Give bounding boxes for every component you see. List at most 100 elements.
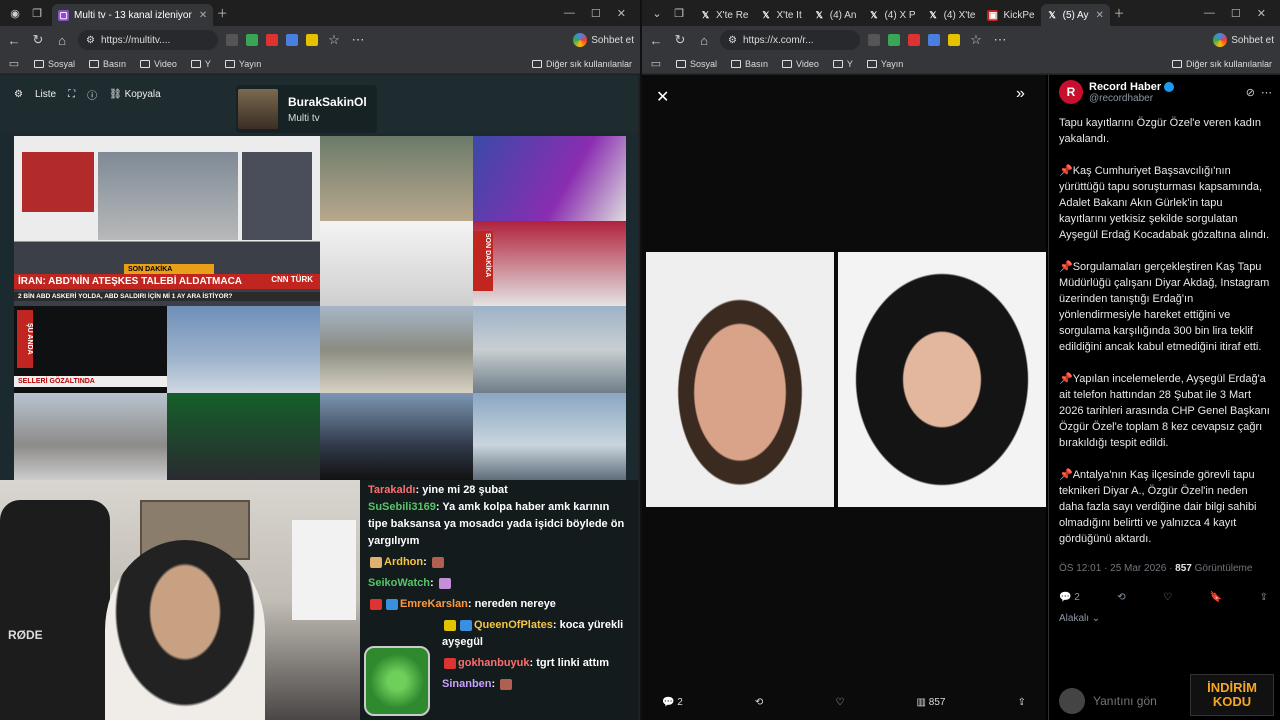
chat-nick[interactable]: Sinanben <box>442 678 492 690</box>
share-icon[interactable]: ⇪ <box>1018 697 1026 708</box>
close-tab-icon[interactable]: ✕ <box>1096 10 1104 21</box>
bookmark-folder[interactable]: Yayın <box>224 59 261 69</box>
tile-aerial[interactable] <box>320 136 473 221</box>
tile-panel[interactable] <box>167 393 320 480</box>
grok-icon[interactable]: ⊘ <box>1246 86 1255 99</box>
kopyala-button[interactable]: ⛓ Kopyala <box>109 89 161 100</box>
chat-nick[interactable]: Ardhon <box>384 556 423 568</box>
tile-cnnturk[interactable]: SON DAKİKA İRAN: ABD'NİN ATEŞKES TALEBİ … <box>14 136 320 306</box>
bookmark-folder[interactable]: Basın <box>89 59 126 69</box>
extension-icon[interactable] <box>246 34 258 46</box>
tab-x-active[interactable]: 𝕏 (5) Ay ✕ <box>1040 4 1110 26</box>
maximize-icon[interactable]: ☐ <box>591 7 601 20</box>
like-icon[interactable]: ♡ <box>835 697 844 708</box>
close-icon[interactable]: ✕ <box>656 87 669 107</box>
tab-kick[interactable]: ▣ KickPe <box>981 4 1040 26</box>
views-button[interactable]: ▥ 857 <box>917 697 946 708</box>
bookmark-icon[interactable]: 🔖 <box>1210 592 1222 603</box>
like-icon[interactable]: ♡ <box>1163 592 1172 603</box>
extension-icon[interactable] <box>226 34 238 46</box>
chat-nick[interactable]: gokhanbuyuk <box>458 657 530 669</box>
extension-icon[interactable] <box>306 34 318 46</box>
favorites-icon[interactable]: ☆ <box>968 32 984 48</box>
reply-button[interactable]: 💬 2 <box>662 697 683 708</box>
other-favorites-folder[interactable]: Diğer sık kullanılanlar <box>1171 59 1272 69</box>
bookmark-folder[interactable]: Y <box>190 59 211 69</box>
reply-composer[interactable]: Yanıtını gön <box>1059 688 1157 714</box>
bookmark-folder[interactable]: Video <box>140 59 177 69</box>
back-icon[interactable]: ← <box>648 33 664 48</box>
tab-multitv[interactable]: ▢ Multi tv - 13 kanal izleniyor ✕ <box>52 4 214 26</box>
chat-nick[interactable]: SeikoWatch <box>368 577 430 589</box>
extension-icon[interactable] <box>266 34 278 46</box>
tile-news[interactable]: SON DAKİKA <box>473 221 626 306</box>
repost-icon[interactable]: ⟲ <box>1117 592 1125 603</box>
site-info-icon[interactable]: ⚙ <box>728 35 737 46</box>
relevance-dropdown[interactable]: Alakalı ⌄ <box>1059 613 1272 624</box>
bookmark-folder[interactable]: Video <box>782 59 819 69</box>
extension-icon[interactable] <box>888 34 900 46</box>
author-handle[interactable]: @recordhaber <box>1089 93 1174 104</box>
copilot-chat-button[interactable]: Sohbet et <box>573 33 634 47</box>
tab-x[interactable]: 𝕏 X'te Re <box>694 4 754 26</box>
home-icon[interactable]: ⌂ <box>696 33 712 48</box>
bookmark-folder[interactable]: Yayın <box>866 59 903 69</box>
address-bar[interactable]: ⚙ https://multitv.... <box>78 30 218 50</box>
tile-podium[interactable]: ŞU ANDA SELLERİ GÖZALTINDA <box>14 306 167 393</box>
minimize-icon[interactable]: — <box>564 7 575 20</box>
tile-cams[interactable] <box>167 306 320 393</box>
minimize-icon[interactable]: — <box>1204 7 1215 20</box>
bookmark-tabs-icon[interactable]: ▭ <box>650 55 662 73</box>
post-timestamp[interactable]: ÖS 12:01 · 25 Mar 2026 · <box>1059 563 1175 574</box>
more-icon[interactable]: ⋯ <box>1261 86 1272 99</box>
chat-nick[interactable]: SuSebili3169 <box>368 501 436 513</box>
close-window-icon[interactable]: ✕ <box>1257 7 1266 20</box>
profile-icon[interactable]: ◉ <box>6 4 24 22</box>
tile-document[interactable] <box>320 221 473 306</box>
tab-x[interactable]: 𝕏 (4) X'te <box>922 4 982 26</box>
chat-nick[interactable]: EmreKarslan <box>400 598 468 610</box>
close-tab-icon[interactable]: ✕ <box>199 10 207 21</box>
extension-icon[interactable] <box>286 34 298 46</box>
tile-skyline[interactable] <box>14 393 167 480</box>
tile-studio[interactable] <box>473 136 626 221</box>
reload-icon[interactable]: ↻ <box>672 32 688 48</box>
tile-multi-cam[interactable] <box>320 393 473 480</box>
repost-icon[interactable]: ⟲ <box>755 697 763 708</box>
site-info-icon[interactable]: ⚙ <box>86 35 95 46</box>
other-favorites-folder[interactable]: Diğer sık kullanılanlar <box>531 59 632 69</box>
close-window-icon[interactable]: ✕ <box>617 7 626 20</box>
address-bar[interactable]: ⚙ https://x.com/r... <box>720 30 860 50</box>
tile-coast[interactable] <box>473 306 626 393</box>
tab-actions-icon[interactable]: ⌄ <box>648 4 666 22</box>
photo-woman[interactable] <box>838 252 1046 507</box>
fullscreen-icon[interactable]: ⛶ <box>68 89 75 100</box>
maximize-icon[interactable]: ☐ <box>1231 7 1241 20</box>
channel-user-card[interactable]: BurakSakinOl Multi tv <box>236 85 377 133</box>
expand-icon[interactable]: » <box>1016 85 1025 103</box>
settings-icon[interactable]: ⚙ <box>14 89 23 100</box>
tab-x[interactable]: 𝕏 (4) X P <box>862 4 921 26</box>
reply-button[interactable]: 💬 2 <box>1059 592 1080 603</box>
reload-icon[interactable]: ↻ <box>30 32 46 48</box>
tile-sky[interactable] <box>473 393 626 480</box>
menu-icon[interactable]: ⋯ <box>992 32 1008 48</box>
bookmark-folder[interactable]: Sosyal <box>676 59 717 69</box>
liste-button[interactable]: Liste <box>35 89 56 100</box>
chat-nick[interactable]: QueenOfPlates <box>474 619 553 631</box>
extension-icon[interactable] <box>868 34 880 46</box>
tab-x[interactable]: 𝕏 X'te It <box>754 4 807 26</box>
favorites-icon[interactable]: ☆ <box>326 32 342 48</box>
tab-x[interactable]: 𝕏 (4) An <box>808 4 863 26</box>
back-icon[interactable]: ← <box>6 33 22 48</box>
record-haber-avatar[interactable]: R <box>1059 80 1083 104</box>
info-icon[interactable]: ⓘ <box>87 87 97 102</box>
home-icon[interactable]: ⌂ <box>54 33 70 48</box>
new-tab-icon[interactable]: ＋ <box>1110 4 1128 22</box>
bookmark-folder[interactable]: Basın <box>731 59 768 69</box>
photo-man[interactable] <box>646 252 834 507</box>
tab-groups-icon[interactable]: ❐ <box>670 4 688 22</box>
chat-nick[interactable]: Tarakaldı <box>368 484 416 496</box>
extension-icon[interactable] <box>908 34 920 46</box>
author-name[interactable]: Record Haber <box>1089 81 1175 93</box>
